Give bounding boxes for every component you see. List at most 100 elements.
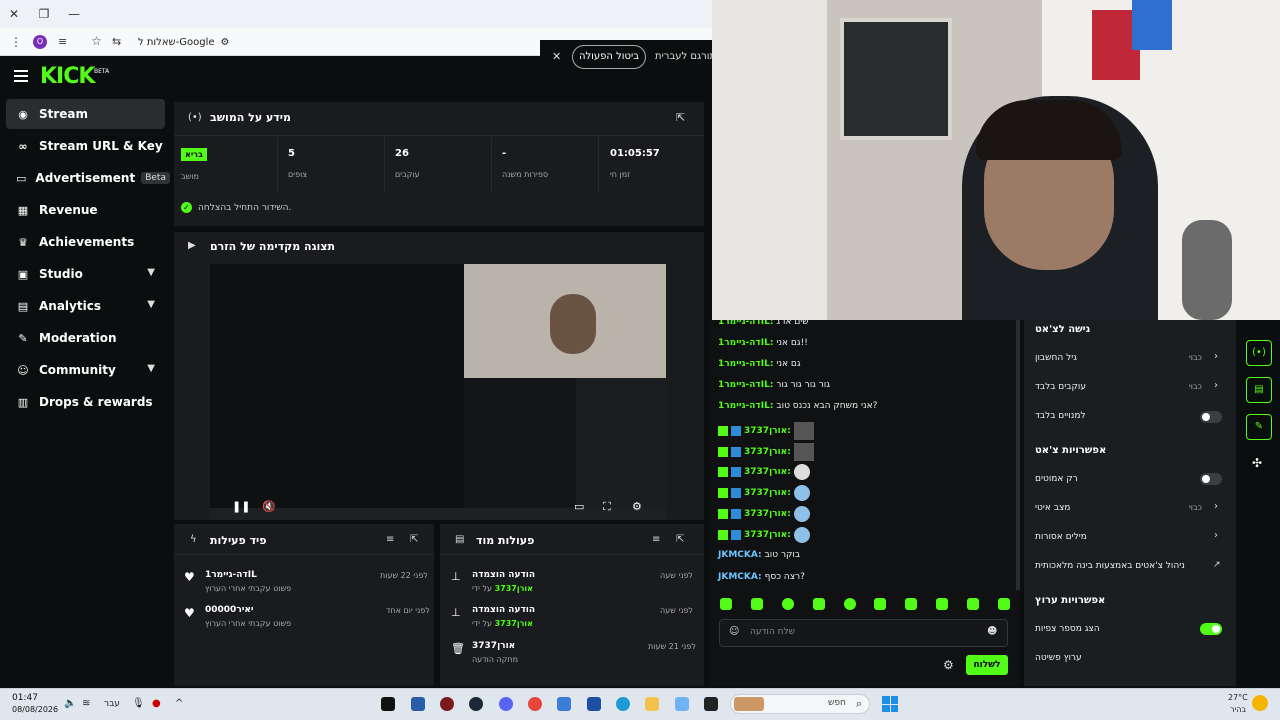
wifi-icon[interactable]: ≋ — [82, 698, 90, 709]
chat-username[interactable]: אורן3737: — [744, 488, 791, 498]
chat-scrollbar[interactable] — [1016, 320, 1020, 590]
settings-gear-icon[interactable]: ⚙ — [632, 500, 642, 513]
sidebar-item-achievements[interactable]: ♛ Achievements — [6, 227, 165, 257]
chat-username[interactable]: דה-גיימר1IL: — [718, 338, 773, 348]
chevron-right-icon[interactable]: › — [1214, 351, 1218, 362]
account-age-setting[interactable]: גיל החשבון — [1035, 353, 1077, 363]
popout-icon[interactable]: ⇱ — [676, 111, 685, 124]
store-icon[interactable] — [587, 697, 601, 711]
send-button[interactable]: לשלוח — [966, 655, 1008, 675]
sidebar-item-stream[interactable]: ◉ Stream — [6, 99, 165, 129]
sidebar-item-drops[interactable]: ▥ Drops & rewards — [6, 387, 165, 417]
pause-icon[interactable]: ❚❚ — [232, 500, 250, 513]
language-indicator[interactable]: עבר — [104, 699, 120, 709]
chat-username[interactable]: JKMCKA: — [718, 550, 762, 560]
chevron-right-icon[interactable]: › — [1214, 530, 1218, 541]
weather-sun-icon[interactable] — [1252, 695, 1268, 711]
chat-username[interactable]: אורן3737: — [744, 509, 791, 519]
followers-only-setting[interactable]: עוקבים בלבד — [1035, 382, 1086, 392]
clock-date[interactable]: 08/08/2026 — [12, 705, 58, 714]
sidebar-item-analytics[interactable]: ▤ Analytics ▼ — [6, 291, 165, 321]
undo-translate-button[interactable]: ביטול הפעולה — [572, 45, 646, 69]
chevron-right-icon[interactable]: › — [1214, 380, 1218, 391]
show-viewers-toggle[interactable] — [1200, 623, 1222, 635]
mic-icon[interactable]: 🎙 — [132, 698, 145, 709]
emote-icon[interactable] — [720, 598, 732, 610]
chevron-right-icon[interactable]: › — [1214, 501, 1218, 512]
notification-icon[interactable]: ● — [152, 698, 161, 709]
site-settings-icon[interactable]: ⚙ — [221, 37, 230, 48]
chat-username[interactable]: דה-גיימר1IL: — [718, 401, 773, 411]
chrome-icon[interactable] — [528, 697, 542, 711]
app-icon[interactable] — [440, 697, 454, 711]
fullscreen-icon[interactable]: ⛶ — [603, 500, 611, 514]
bookmark-star-icon[interactable]: ☆ — [91, 34, 102, 48]
app-icon[interactable] — [411, 697, 425, 711]
wrench-rail-icon[interactable]: ✎ — [1246, 414, 1272, 440]
emote-icon[interactable] — [874, 598, 887, 610]
mute-icon[interactable]: 🔇 — [262, 500, 276, 513]
chat-username[interactable]: אורן3737: — [744, 447, 791, 457]
simple-channel-setting[interactable]: ערוץ פשיטה — [1035, 653, 1082, 663]
terminal-icon[interactable] — [704, 697, 718, 711]
steam-icon[interactable] — [469, 697, 483, 711]
ai-moderation-setting[interactable]: ניהול צ'אטים באמצעות בינה מלאכותית — [1035, 561, 1185, 571]
emote-icon[interactable] — [905, 598, 918, 610]
sidebar-item-stream-url[interactable]: ∞ Stream URL & Key — [6, 131, 165, 161]
sidebar-item-revenue[interactable]: ▦ Revenue — [6, 195, 165, 225]
profile-avatar[interactable]: O — [33, 35, 47, 49]
emote-menu-icon[interactable]: ☻ — [987, 626, 997, 637]
windows-start-icon[interactable] — [882, 696, 898, 712]
file-explorer-icon[interactable] — [645, 697, 659, 711]
translate-icon[interactable]: ⇆ — [112, 35, 121, 48]
subs-only-toggle[interactable] — [1200, 411, 1222, 423]
chat-username[interactable]: דה-גיימר1IL: — [718, 380, 773, 390]
edge-icon[interactable] — [616, 697, 630, 711]
discord-icon[interactable] — [499, 697, 513, 711]
banned-words-setting[interactable]: מילים אסורות — [1035, 532, 1087, 542]
emoji-picker-icon[interactable]: ☺ — [729, 626, 739, 637]
reading-list-icon[interactable]: ≡ — [58, 35, 67, 48]
tray-chevron-icon[interactable]: ^ — [175, 698, 183, 709]
app-icon[interactable] — [675, 697, 689, 711]
filter-icon[interactable]: ≡ — [386, 534, 394, 545]
sidebar-item-studio[interactable]: ▣ Studio ▼ — [6, 259, 165, 289]
browser-menu-icon[interactable]: ⋮ — [10, 35, 22, 49]
chat-username[interactable]: אורן3737: — [744, 530, 791, 540]
chat-username[interactable]: אורן3737: — [744, 426, 791, 436]
address-bar[interactable]: שאלות ל-Google ⚙ — [138, 34, 229, 50]
sidebar-item-community[interactable]: ☺ Community ▼ — [6, 355, 165, 385]
theater-icon[interactable]: ▭ — [574, 500, 584, 513]
sidebar-item-moderation[interactable]: ✎ Moderation — [6, 323, 165, 353]
emote-icon[interactable] — [997, 598, 1010, 610]
external-link-icon[interactable]: ↗ — [1213, 560, 1221, 570]
clock-time[interactable]: 01:47 — [12, 693, 38, 703]
app-icon[interactable] — [557, 697, 571, 711]
apps-rail-icon[interactable]: ✣ — [1252, 456, 1262, 470]
popout-icon[interactable]: ⇱ — [676, 534, 684, 545]
emote-icon[interactable] — [936, 598, 949, 610]
filter-icon[interactable]: ≡ — [652, 534, 660, 545]
minimize-window-icon[interactable]: — — [66, 6, 82, 22]
hamburger-menu-icon[interactable] — [14, 70, 28, 82]
chat-username[interactable]: אורן3737: — [744, 467, 791, 477]
chat-username[interactable]: JKMCKA: — [718, 572, 762, 582]
chat-username[interactable]: דה-גיימר1IL: — [718, 359, 773, 369]
chat-rail-icon[interactable]: ▤ — [1246, 377, 1272, 403]
close-window-icon[interactable]: ✕ — [6, 6, 22, 22]
emote-icon[interactable] — [812, 598, 825, 610]
emotes-only-toggle[interactable] — [1200, 473, 1222, 485]
emote-icon[interactable] — [750, 598, 763, 610]
emote-icon[interactable] — [781, 598, 794, 610]
slow-mode-setting[interactable]: מצב איטי — [1035, 503, 1070, 513]
weather-temp[interactable]: 27°C — [1228, 693, 1248, 702]
emote-icon[interactable] — [967, 598, 979, 610]
chat-settings-icon[interactable]: ⚙ — [943, 658, 954, 672]
emote-icon[interactable] — [843, 598, 856, 610]
restore-window-icon[interactable]: ❐ — [36, 6, 52, 22]
epic-games-icon[interactable] — [381, 697, 395, 711]
stream-preview-video[interactable] — [210, 264, 666, 520]
kick-logo[interactable]: KICK — [40, 64, 95, 89]
volume-icon[interactable]: 🔈 — [64, 698, 76, 709]
close-translate-icon[interactable]: ✕ — [552, 50, 561, 63]
